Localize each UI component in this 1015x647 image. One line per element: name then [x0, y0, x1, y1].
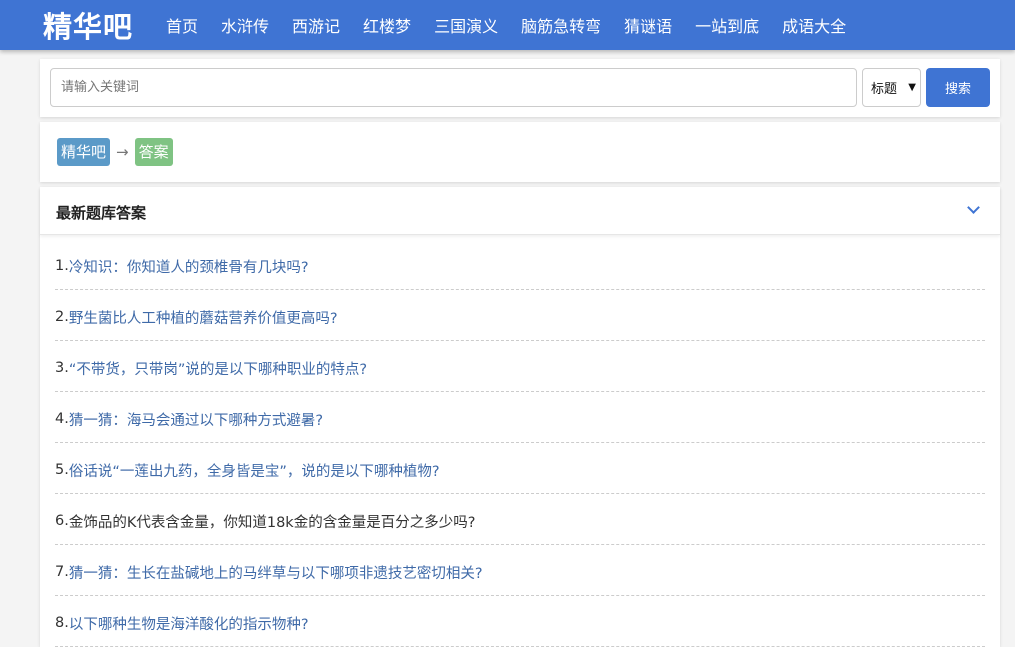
list-item[interactable]: 7. 猜一猜：生长在盐碱地上的马绊草与以下哪项非遗技艺密切相关?: [55, 545, 985, 596]
latest-answers-panel: 最新题库答案 1. 冷知识：你知道人的颈椎骨有几块吗? 2. 野生菌比人工种植的…: [40, 187, 1000, 647]
item-link[interactable]: 野生菌比人工种植的蘑菇营养价值更高吗?: [69, 307, 338, 328]
nav-item-xiyouji[interactable]: 西游记: [292, 13, 340, 37]
item-link[interactable]: 金饰品的K代表含金量，你知道18k金的含金量是百分之多少吗?: [69, 511, 476, 532]
search-type-select[interactable]: 标题 ▼: [862, 68, 921, 107]
item-number: 8.: [55, 615, 69, 631]
search-input[interactable]: [50, 68, 857, 107]
list-item[interactable]: 5. 俗话说“一莲出九药，全身皆是宝”，说的是以下哪种植物?: [55, 443, 985, 494]
list-item[interactable]: 3. “不带货，只带岗”说的是以下哪种职业的特点?: [55, 341, 985, 392]
item-link[interactable]: 冷知识：你知道人的颈椎骨有几块吗?: [69, 256, 309, 277]
item-number: 4.: [55, 411, 69, 427]
nav-item-home[interactable]: 首页: [166, 13, 198, 37]
item-number: 2.: [55, 309, 69, 325]
item-link[interactable]: “不带货，只带岗”说的是以下哪种职业的特点?: [69, 358, 367, 379]
item-link[interactable]: 猜一猜：海马会通过以下哪种方式避暑?: [69, 409, 323, 430]
site-logo[interactable]: 精华吧: [43, 4, 163, 46]
item-link[interactable]: 俗话说“一莲出九药，全身皆是宝”，说的是以下哪种植物?: [69, 460, 440, 481]
list-title: 最新题库答案: [56, 204, 147, 222]
item-number: 6.: [55, 513, 69, 529]
breadcrumb-current[interactable]: 答案: [134, 138, 173, 166]
item-link[interactable]: 猜一猜：生长在盐碱地上的马绊草与以下哪项非遗技艺密切相关?: [69, 562, 483, 583]
nav-item-quiz[interactable]: 一站到底: [695, 13, 759, 37]
list-item[interactable]: 6. 金饰品的K代表含金量，你知道18k金的含金量是百分之多少吗?: [55, 494, 985, 545]
nav-item-hongloumeng[interactable]: 红楼梦: [363, 13, 411, 37]
list-item[interactable]: 8. 以下哪种生物是海洋酸化的指示物种?: [55, 596, 985, 647]
top-navbar: 精华吧 首页 水浒传 西游记 红楼梦 三国演义 脑筋急转弯 猜谜语 一站到底 成…: [0, 0, 1015, 50]
item-number: 1.: [55, 258, 69, 274]
search-button[interactable]: 搜索: [926, 68, 990, 107]
list-item[interactable]: 4. 猜一猜：海马会通过以下哪种方式避暑?: [55, 392, 985, 443]
breadcrumb: 精华吧 → 答案: [57, 138, 173, 166]
breadcrumb-panel: 精华吧 → 答案: [40, 122, 1000, 182]
list-item[interactable]: 1. 冷知识：你知道人的颈椎骨有几块吗?: [55, 239, 985, 290]
chevron-down-icon: ▼: [908, 82, 916, 93]
list-header[interactable]: 最新题库答案: [40, 187, 1000, 235]
breadcrumb-home[interactable]: 精华吧: [57, 138, 111, 166]
answers-list: 1. 冷知识：你知道人的颈椎骨有几块吗? 2. 野生菌比人工种植的蘑菇营养价值更…: [55, 239, 985, 647]
search-panel: 标题 ▼ 搜索: [40, 59, 1000, 117]
chevron-down-icon[interactable]: [967, 201, 980, 214]
item-number: 3.: [55, 360, 69, 376]
item-number: 5.: [55, 462, 69, 478]
nav-item-brain-teaser[interactable]: 脑筋急转弯: [521, 13, 601, 37]
nav-item-sanguoyanyi[interactable]: 三国演义: [434, 13, 498, 37]
search-type-value: 标题: [871, 82, 898, 97]
nav-item-idioms[interactable]: 成语大全: [782, 13, 846, 37]
breadcrumb-arrow: →: [116, 143, 129, 161]
item-number: 7.: [55, 564, 69, 580]
nav-item-riddles[interactable]: 猜谜语: [624, 13, 672, 37]
item-link[interactable]: 以下哪种生物是海洋酸化的指示物种?: [69, 613, 309, 634]
list-item[interactable]: 2. 野生菌比人工种植的蘑菇营养价值更高吗?: [55, 290, 985, 341]
main-nav: 首页 水浒传 西游记 红楼梦 三国演义 脑筋急转弯 猜谜语 一站到底 成语大全: [166, 13, 869, 37]
nav-item-shuihuzhuan[interactable]: 水浒传: [221, 13, 269, 37]
